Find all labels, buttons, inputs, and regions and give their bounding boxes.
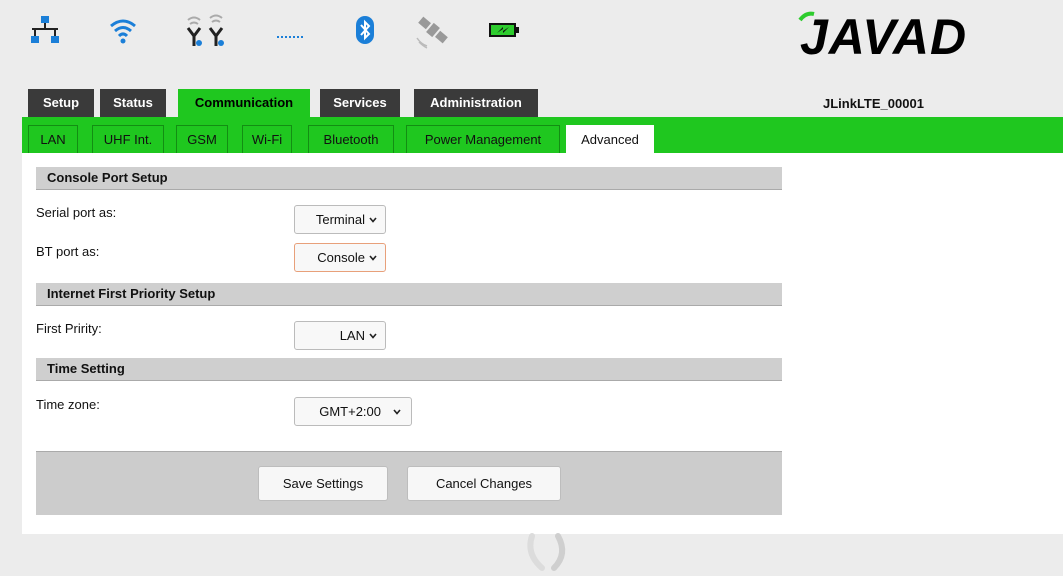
brand-logo: JAVAD (798, 9, 1038, 65)
chevron-down-icon (369, 217, 377, 223)
sub-tabs: LAN UHF Int. GSM Wi-Fi Bluetooth Power M… (22, 117, 1063, 153)
time-zone-select[interactable]: GMT+2:00 (294, 397, 412, 426)
time-zone-label: Time zone: (36, 397, 100, 412)
uhf-antenna-icon (186, 14, 224, 46)
button-bar: Save Settings Cancel Changes (36, 451, 782, 515)
first-priority-value: LAN (339, 328, 365, 343)
bt-port-value: Console (317, 250, 365, 265)
subtab-gsm[interactable]: GSM (176, 125, 228, 153)
bt-port-label: BT port as: (36, 244, 100, 259)
status-icon-bar: JAVAD (0, 0, 1063, 84)
chevron-down-icon (369, 333, 377, 339)
cancel-changes-button[interactable]: Cancel Changes (407, 466, 561, 501)
tab-setup[interactable]: Setup (28, 89, 94, 117)
satellite-icon (416, 16, 448, 49)
device-name: JLinkLTE_00001 (823, 96, 924, 111)
tab-status[interactable]: Status (100, 89, 166, 117)
serial-port-value: Terminal (315, 212, 365, 227)
subtab-lan[interactable]: LAN (28, 125, 78, 153)
tab-administration[interactable]: Administration (414, 89, 538, 117)
subtab-power-management[interactable]: Power Management (406, 125, 560, 153)
dots-icon (277, 36, 303, 38)
save-settings-button[interactable]: Save Settings (258, 466, 388, 501)
bt-port-select[interactable]: Console (294, 243, 386, 272)
tab-services[interactable]: Services (320, 89, 400, 117)
subtab-wifi[interactable]: Wi-Fi (242, 125, 292, 153)
section-internet-priority: Internet First Priority Setup (36, 283, 782, 306)
subtab-uhf[interactable]: UHF Int. (92, 125, 164, 153)
battery-icon (489, 23, 519, 37)
wifi-icon (110, 19, 136, 44)
first-priority-label: First Pririty: (36, 321, 102, 336)
loading-spinner-icon (527, 533, 566, 571)
first-priority-select[interactable]: LAN (294, 321, 386, 350)
svg-text:JAVAD: JAVAD (800, 10, 967, 60)
chevron-down-icon (369, 255, 377, 261)
section-time-setting: Time Setting (36, 358, 782, 381)
serial-port-label: Serial port as: (36, 205, 117, 220)
subtab-bluetooth[interactable]: Bluetooth (308, 125, 394, 153)
section-console-port: Console Port Setup (36, 167, 782, 190)
chevron-down-icon (393, 409, 401, 415)
network-icon (31, 16, 59, 43)
tab-communication[interactable]: Communication (178, 89, 310, 117)
time-zone-value: GMT+2:00 (319, 404, 381, 419)
bluetooth-icon (356, 16, 374, 44)
serial-port-select[interactable]: Terminal (294, 205, 386, 234)
subtab-advanced[interactable]: Advanced (566, 125, 654, 153)
